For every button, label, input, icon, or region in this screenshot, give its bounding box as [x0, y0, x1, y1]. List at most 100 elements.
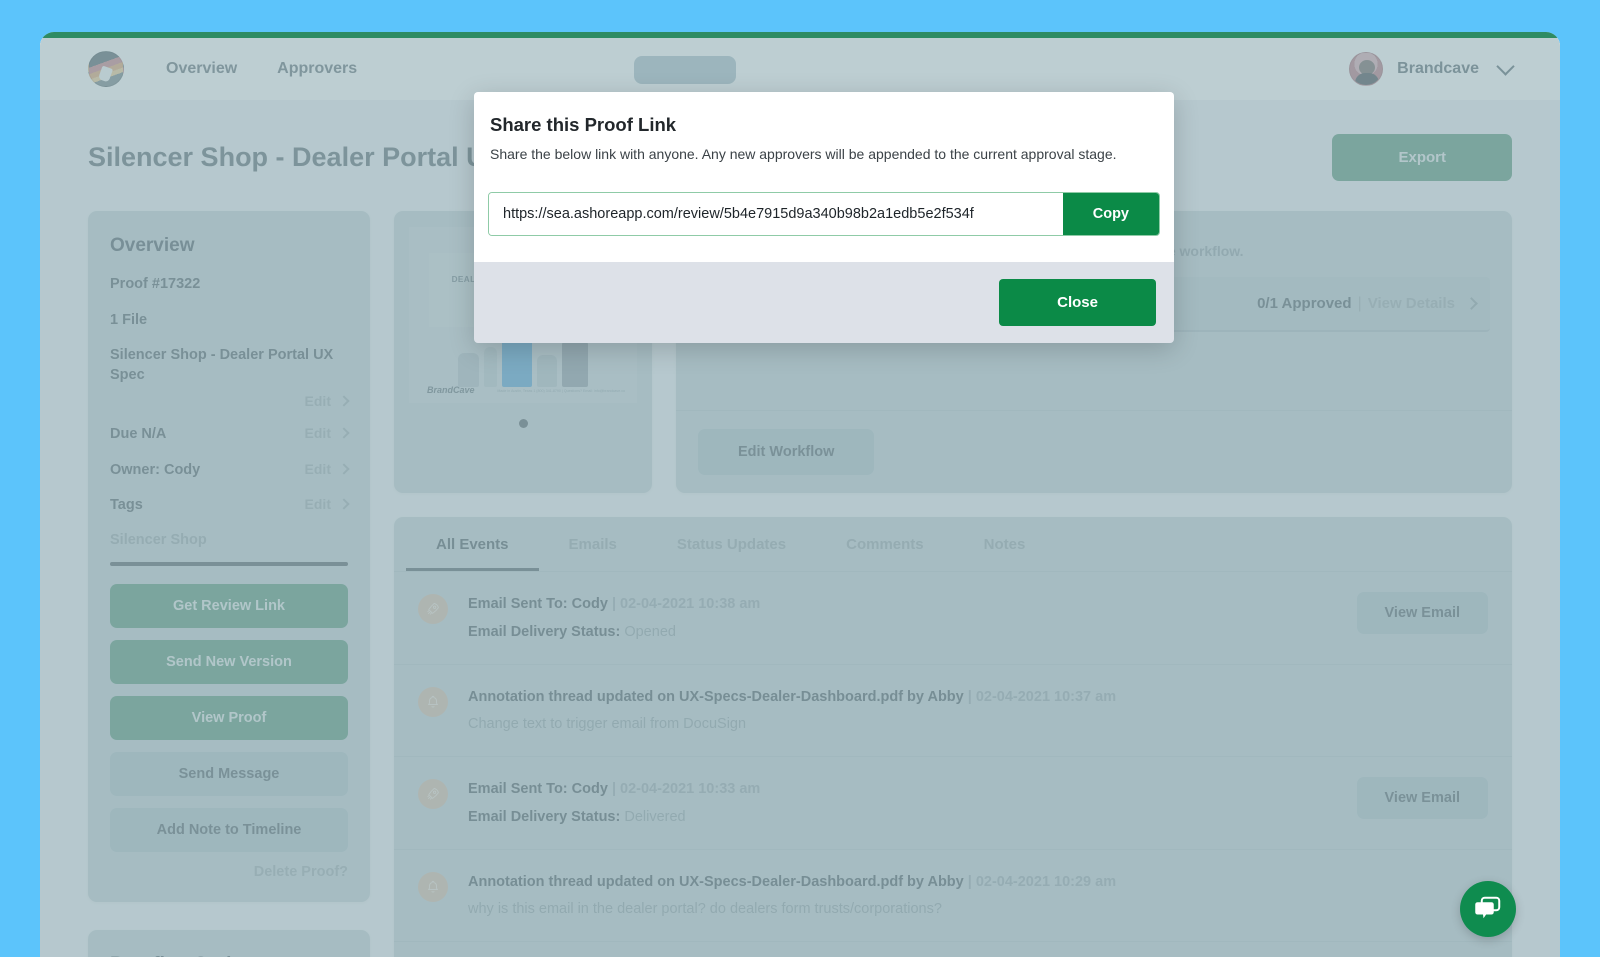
- brandcave-logo-icon[interactable]: [88, 51, 124, 87]
- timeline-event-row: Email Sent To: Cody | 02-04-2021 10:38 a…: [394, 572, 1512, 665]
- tags-label: Tags: [110, 497, 143, 514]
- share-proof-link-modal: Share this Proof Link Share the below li…: [474, 92, 1174, 343]
- carousel-dot[interactable]: [518, 419, 528, 428]
- character-1: [458, 353, 479, 387]
- event-title-line: Annotation thread updated on UX-Specs-De…: [468, 872, 1488, 894]
- character-5: [562, 339, 588, 387]
- chevron-right-icon[interactable]: [1465, 297, 1478, 310]
- modal-title: Share this Proof Link: [490, 114, 677, 135]
- event-detail-line: why is this email in the dealer portal? …: [468, 899, 1488, 921]
- timeline-event-row: Annotation thread updated on UX-Specs-De…: [394, 850, 1512, 942]
- share-link-input[interactable]: [489, 193, 1063, 235]
- thumbnail-footer: Made in Austin, Texas 1 (800) 341-8790 |…: [497, 388, 625, 393]
- edit-label: Edit: [304, 496, 331, 513]
- edit-label: Edit: [304, 425, 331, 442]
- send-new-version-button[interactable]: Send New Version: [110, 639, 348, 684]
- delete-proof-link[interactable]: Delete Proof?: [110, 864, 348, 880]
- timeline-tabs: All Events Emails Status Updates Comment…: [394, 517, 1512, 572]
- send-message-button[interactable]: Send Message: [110, 751, 348, 796]
- copy-button[interactable]: Copy: [1062, 193, 1159, 235]
- nav-link-overview[interactable]: Overview: [166, 60, 237, 78]
- file-name-label: Silencer Shop - Dealer Portal UX Spec: [110, 347, 334, 383]
- export-button[interactable]: Export: [1332, 134, 1512, 181]
- event-title: Annotation thread updated on UX-Specs-De…: [468, 873, 964, 890]
- tab-status-updates[interactable]: Status Updates: [647, 517, 816, 571]
- event-title: Annotation thread updated on UX-Specs-De…: [468, 688, 964, 705]
- chevron-right-icon: [338, 463, 350, 475]
- overview-due-row: Due N/A Edit: [110, 425, 350, 445]
- tab-all-events[interactable]: All Events: [406, 517, 539, 571]
- separator: |: [1357, 294, 1362, 312]
- overview-file-name-row: Silencer Shop - Dealer Portal UX Spec Ed…: [110, 346, 350, 410]
- owner-label: Owner: Cody: [110, 461, 201, 478]
- proof-id-label: Proof #17322: [110, 276, 201, 292]
- view-email-button[interactable]: View Email: [1356, 592, 1488, 634]
- modal-body: Share this Proof Link Share the below li…: [474, 92, 1174, 262]
- timeline-event-row: Annotation thread updated on UX-Specs-De…: [394, 665, 1512, 757]
- edit-file-name-link[interactable]: Edit: [304, 393, 350, 410]
- modal-description: Share the below link with anyone. Any ne…: [490, 146, 1117, 162]
- event-detail-line: Email Delivery Status: Delivered: [468, 807, 1337, 829]
- nav-user-name: Brandcave: [1397, 60, 1479, 77]
- nav-active-pill[interactable]: [634, 56, 736, 84]
- chevron-down-icon[interactable]: [1496, 57, 1515, 76]
- nav-user-menu[interactable]: Brandcave: [1349, 52, 1515, 86]
- chevron-right-icon: [338, 498, 350, 511]
- edit-workflow-button[interactable]: Edit Workflow: [698, 429, 875, 475]
- stage-status: 0/1 Approved | View Details: [1257, 294, 1478, 313]
- file-count-label: 1 File: [110, 311, 148, 328]
- divider: [110, 561, 348, 566]
- event-detail-label: Email Delivery Status:: [468, 808, 625, 825]
- event-timestamp: | 02-04-2021 10:33 am: [607, 781, 761, 797]
- view-details-link[interactable]: View Details: [1368, 295, 1455, 312]
- tab-emails[interactable]: Emails: [539, 517, 647, 571]
- tab-comments[interactable]: Comments: [816, 517, 954, 571]
- view-email-button[interactable]: View Email: [1356, 777, 1488, 819]
- modal-footer: Close: [474, 262, 1174, 343]
- top-navigation: Overview Approvers Brandcave: [40, 38, 1560, 100]
- event-detail-value: why is this email in the dealer portal? …: [468, 901, 942, 918]
- edit-due-link[interactable]: Edit: [304, 425, 350, 442]
- stage-approved-count: 0/1 Approved: [1257, 295, 1352, 312]
- rocket-icon: [418, 779, 448, 809]
- share-link-row: Copy: [488, 192, 1160, 236]
- sidebar-column: Overview Proof #17322 1 File Silencer Sh…: [88, 211, 370, 957]
- overview-file-count-row: 1 File: [110, 311, 348, 331]
- overview-owner-row: Owner: Cody Edit: [110, 460, 350, 481]
- event-detail-line: Change text to trigger email from DocuSi…: [468, 714, 1488, 736]
- tab-notes[interactable]: Notes: [954, 517, 1056, 571]
- bell-icon: [418, 686, 448, 717]
- chevron-right-icon: [338, 427, 350, 439]
- event-detail-line: Email Delivery Status: Opened: [468, 622, 1337, 644]
- event-body: Email Sent To: Cody | 02-04-2021 10:38 a…: [468, 592, 1337, 644]
- timeline-event-row: Email Sent To: Cody | 02-04-2021 10:33 a…: [394, 757, 1512, 850]
- event-detail-value: Change text to trigger email from DocuSi…: [468, 716, 747, 733]
- divider: [676, 410, 1512, 411]
- close-button[interactable]: Close: [999, 279, 1156, 326]
- overview-card: Overview Proof #17322 1 File Silencer Sh…: [88, 211, 370, 902]
- bell-icon: [418, 871, 448, 902]
- view-proof-button[interactable]: View Proof: [110, 695, 348, 740]
- event-detail-value: Opened: [624, 623, 676, 640]
- add-note-to-timeline-button[interactable]: Add Note to Timeline: [110, 807, 348, 852]
- thumbnail-logo: BrandCave: [427, 385, 475, 395]
- chat-widget-button[interactable]: [1460, 881, 1516, 937]
- event-timestamp: | 02-04-2021 10:29 am: [963, 873, 1117, 890]
- nav-link-approvers[interactable]: Approvers: [277, 60, 357, 78]
- character-2: [484, 347, 497, 387]
- edit-tags-link[interactable]: Edit: [304, 496, 350, 513]
- timeline-event-list: Email Sent To: Cody | 02-04-2021 10:38 a…: [394, 572, 1512, 957]
- edit-owner-link[interactable]: Edit: [304, 460, 350, 477]
- overview-proof-id-row: Proof #17322: [110, 275, 348, 295]
- timeline-card: All Events Emails Status Updates Comment…: [394, 517, 1512, 957]
- chevron-right-icon: [338, 395, 350, 407]
- event-detail-label: Email Delivery Status:: [468, 623, 625, 640]
- event-title: Email Sent To: Cody: [468, 596, 608, 612]
- event-body: Annotation thread updated on UX-Specs-De…: [468, 870, 1488, 922]
- event-timestamp: | 02-04-2021 10:37 am: [963, 688, 1117, 705]
- edit-label: Edit: [304, 460, 331, 477]
- get-review-link-button[interactable]: Get Review Link: [110, 583, 348, 628]
- event-title-line: Email Sent To: Cody | 02-04-2021 10:38 a…: [468, 594, 1337, 616]
- edit-label: Edit: [304, 393, 331, 410]
